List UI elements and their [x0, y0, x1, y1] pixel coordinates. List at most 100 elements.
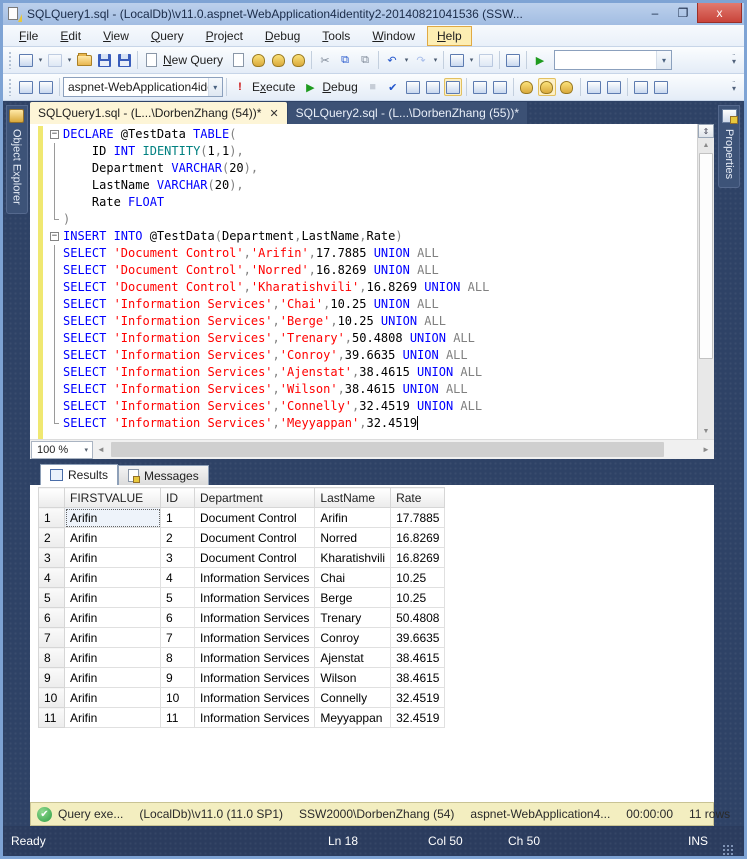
redo-dropdown-icon[interactable]: ▾ [431, 51, 440, 69]
code-line-9[interactable]: SELECT 'Document Control','Norred',16.82… [30, 262, 697, 279]
open-file-icon[interactable] [75, 51, 93, 69]
results-to-grid-icon[interactable] [537, 78, 556, 96]
grid-cell[interactable]: Chai [314, 567, 392, 588]
grid-cell[interactable]: Document Control [193, 527, 316, 548]
grid-cell[interactable]: Information Services [193, 647, 316, 668]
undo-icon[interactable]: ↶ [383, 51, 401, 69]
code-line-5[interactable]: Rate FLOAT [30, 194, 697, 211]
menu-item-edit[interactable]: Edit [50, 26, 91, 46]
grid-cell[interactable]: 6 [160, 607, 195, 628]
grid-cell[interactable]: Arifin [64, 547, 161, 568]
code-line-17[interactable]: SELECT 'Information Services','Connelly'… [30, 398, 697, 415]
save-all-icon[interactable] [115, 51, 133, 69]
tab-messages[interactable]: Messages [118, 465, 209, 485]
execute-button[interactable]: Execute [252, 80, 295, 94]
grid-cell[interactable]: Connelly [314, 687, 392, 708]
grid-cell[interactable]: Arifin [64, 667, 161, 688]
grid-cell[interactable]: Ajenstat [314, 647, 392, 668]
chevron-down-icon[interactable]: ▾ [656, 51, 672, 69]
row-number[interactable]: 10 [38, 687, 65, 708]
minimize-button[interactable]: – [641, 3, 669, 23]
resize-grip[interactable] [722, 844, 734, 856]
grid-cell[interactable]: 10.25 [390, 567, 446, 588]
close-button[interactable]: x [697, 3, 742, 23]
redo-icon[interactable]: ↷ [412, 51, 430, 69]
row-number[interactable]: 6 [38, 607, 65, 628]
grid-cell[interactable]: Meyyappan [314, 707, 392, 728]
grid-cell[interactable]: 5 [160, 587, 195, 608]
uncomment-lines-icon[interactable] [605, 78, 623, 96]
grid-cell[interactable]: Document Control [193, 507, 316, 528]
grid-cell[interactable]: Arifin [64, 647, 161, 668]
activity-monitor-icon[interactable] [504, 51, 522, 69]
zoom-selector[interactable]: 100 % ▾ [31, 440, 93, 459]
menu-item-help[interactable]: Help [427, 25, 472, 46]
menu-item-file[interactable]: File [9, 26, 48, 46]
comment-lines-icon[interactable] [585, 78, 603, 96]
grid-cell[interactable]: 32.4519 [390, 707, 446, 728]
grid-cell[interactable]: 9 [160, 667, 195, 688]
row-number[interactable]: 9 [38, 667, 65, 688]
grid-cell[interactable]: 38.4615 [390, 667, 446, 688]
execute-bang-icon[interactable]: ! [231, 78, 249, 96]
stop-icon[interactable]: ■ [364, 78, 382, 96]
row-number[interactable]: 4 [38, 567, 65, 588]
start-debugging-icon[interactable]: ▶ [531, 51, 549, 69]
query-options-icon[interactable] [424, 78, 442, 96]
grid-cell[interactable]: Arifin [64, 527, 161, 548]
scroll-down-icon[interactable]: ▼ [698, 424, 714, 439]
grid-cell[interactable]: 39.6635 [390, 627, 446, 648]
scroll-left-icon[interactable]: ◄ [93, 445, 109, 454]
editor-vertical-scrollbar[interactable]: ⇕ ▲ ▼ [697, 124, 714, 439]
change-connection-icon[interactable] [37, 78, 55, 96]
new-item-icon[interactable] [46, 51, 64, 69]
connect-icon[interactable] [17, 78, 35, 96]
results-to-text-icon[interactable] [518, 78, 536, 96]
column-header-rate[interactable]: Rate [390, 487, 446, 508]
grid-cell[interactable]: Information Services [193, 567, 316, 588]
grid-cell[interactable]: Document Control [193, 547, 316, 568]
grid-cell[interactable]: Arifin [64, 707, 161, 728]
code-line-8[interactable]: SELECT 'Document Control','Arifin',17.78… [30, 245, 697, 262]
column-header-lastname[interactable]: LastName [314, 487, 392, 508]
document-tab-1[interactable]: SQLQuery1.sql - (L...\DorbenZhang (54))*… [30, 102, 287, 124]
grid-cell[interactable]: 1 [160, 507, 195, 528]
close-tab-icon[interactable]: ✕ [269, 107, 278, 120]
code-line-11[interactable]: SELECT 'Information Services','Chai',10.… [30, 296, 697, 313]
grid-cell[interactable]: 10 [160, 687, 195, 708]
grid-cell[interactable]: 38.4615 [390, 647, 446, 668]
intellisense-enabled-icon[interactable] [443, 78, 462, 96]
chevron-down-icon[interactable]: ▾ [65, 51, 74, 69]
row-number[interactable]: 7 [38, 627, 65, 648]
grid-cell[interactable]: Kharatishvili [314, 547, 392, 568]
menu-item-window[interactable]: Window [362, 26, 425, 46]
grid-cell[interactable]: Arifin [64, 587, 161, 608]
debug-play-icon[interactable]: ▶ [301, 78, 319, 96]
grid-cell[interactable]: 4 [160, 567, 195, 588]
row-number[interactable]: 8 [38, 647, 65, 668]
code-line-3[interactable]: Department VARCHAR(20), [30, 160, 697, 177]
scroll-right-icon[interactable]: ► [698, 445, 714, 454]
new-query-tab-icon[interactable] [17, 51, 35, 69]
column-header-id[interactable]: ID [160, 487, 195, 508]
grid-cell[interactable]: 16.8269 [390, 527, 446, 548]
grid-cell[interactable]: 7 [160, 627, 195, 648]
object-explorer-tab[interactable]: Object Explorer [5, 105, 28, 214]
chevron-down-icon[interactable]: ▾ [467, 51, 476, 69]
grid-cell[interactable]: Arifin [314, 507, 392, 528]
code-line-12[interactable]: SELECT 'Information Services','Berge',10… [30, 313, 697, 330]
toolbar-grip[interactable] [8, 51, 13, 69]
menu-item-query[interactable]: Query [141, 26, 194, 46]
grid-cell[interactable]: Information Services [193, 667, 316, 688]
code-line-15[interactable]: SELECT 'Information Services','Ajenstat'… [30, 364, 697, 381]
code-line-6[interactable]: ) [30, 211, 697, 228]
cut-icon[interactable]: ✂ [316, 51, 334, 69]
chevron-down-icon[interactable]: ▾ [207, 78, 222, 96]
toolbar-grip[interactable] [8, 78, 13, 96]
grid-cell[interactable]: Wilson [314, 667, 392, 688]
estimated-plan-icon[interactable] [404, 78, 422, 96]
grid-cell[interactable]: 50.4808 [390, 607, 446, 628]
chevron-down-icon[interactable]: ▾ [84, 446, 92, 454]
grid-cell[interactable]: 3 [160, 547, 195, 568]
grid-cell[interactable]: 16.8269 [390, 547, 446, 568]
